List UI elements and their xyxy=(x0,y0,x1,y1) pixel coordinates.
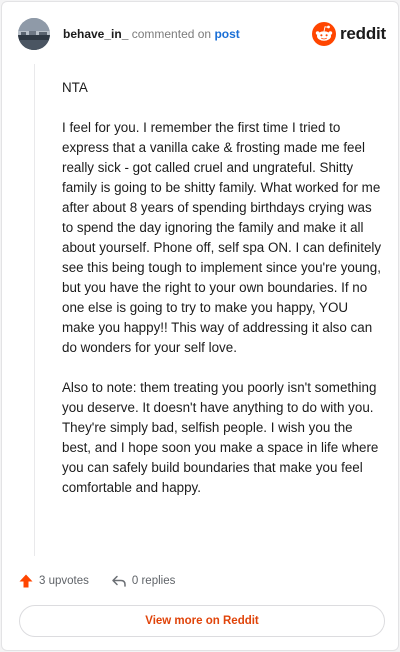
author-name[interactable]: behave_in_ xyxy=(63,27,128,41)
comment-action: commented on xyxy=(131,27,212,41)
avatar-image xyxy=(18,18,50,50)
reply-arrow-icon xyxy=(112,575,126,587)
user-avatar[interactable] xyxy=(18,18,50,50)
comment-paragraph: Also to note: them treating you poorly i… xyxy=(62,380,379,495)
reply-button[interactable]: 0 replies xyxy=(111,573,175,589)
comment-paragraph: I feel for you. I remember the first tim… xyxy=(62,120,382,355)
comment-body: NTA I feel for you. I remember the first… xyxy=(62,78,382,518)
comment-header: behave_in_ commented on post reddit xyxy=(18,16,386,52)
upvote-button[interactable]: 3 upvotes xyxy=(18,573,89,589)
upvote-arrow-icon xyxy=(19,574,33,588)
upvote-count: 3 upvotes xyxy=(39,575,89,587)
embed-card: behave_in_ commented on post reddit NTA … xyxy=(1,1,399,651)
reddit-snoo-icon xyxy=(311,22,336,46)
post-link[interactable]: post xyxy=(214,27,239,41)
reply-count: 0 replies xyxy=(131,575,176,587)
thread-line xyxy=(34,64,35,556)
reddit-logo[interactable]: reddit xyxy=(311,22,386,46)
reddit-wordmark: reddit xyxy=(339,24,386,43)
comment-footer: 3 upvotes 0 replies xyxy=(18,572,197,590)
comment-paragraph: NTA xyxy=(62,80,88,95)
view-more-button[interactable]: View more on Reddit xyxy=(19,605,385,637)
comment-meta: behave_in_ commented on post xyxy=(63,27,240,41)
